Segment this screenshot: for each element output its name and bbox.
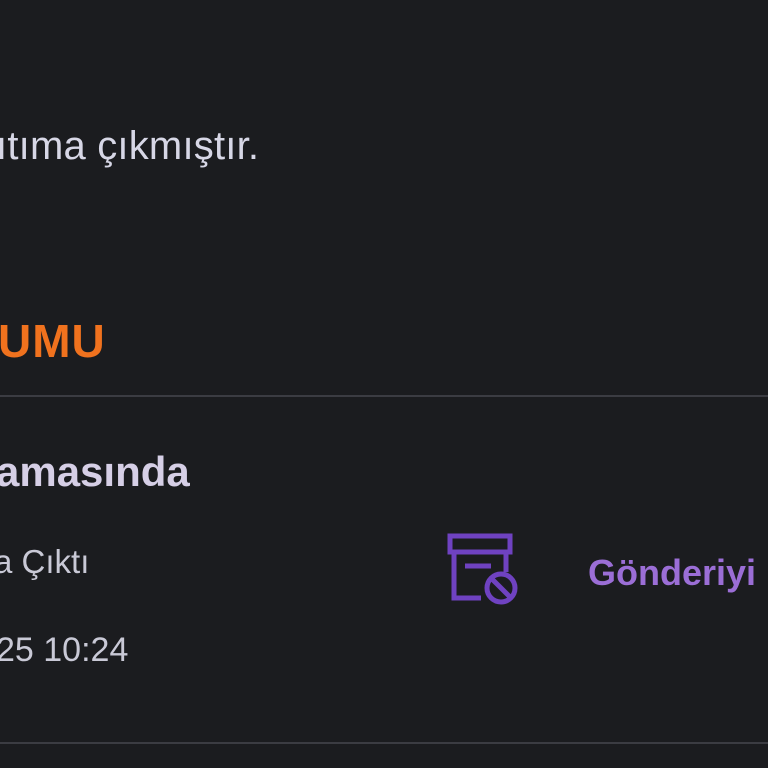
divider-top: [0, 395, 768, 397]
cancel-shipment-link[interactable]: Gönderiyi İ: [588, 552, 768, 594]
page: ıtıma çıkmıştır. UMU amasında a Çıktı 25…: [0, 0, 768, 768]
section-title: UMU: [0, 315, 106, 367]
status-heading: amasında: [0, 448, 190, 495]
status-timestamp: 25 10:24: [0, 631, 129, 669]
divider-bottom: [0, 742, 768, 744]
status-subtitle: a Çıktı: [0, 543, 90, 580]
notice-text: ıtıma çıkmıştır.: [0, 124, 260, 168]
archive-cancel-icon[interactable]: [443, 532, 523, 608]
